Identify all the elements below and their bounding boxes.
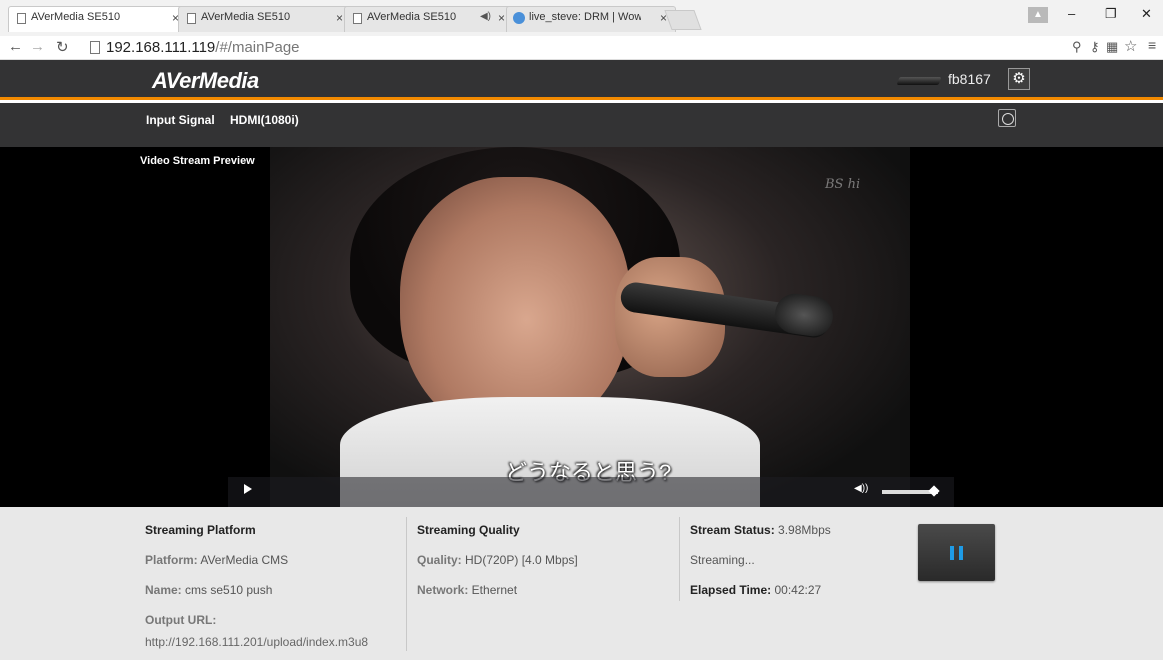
menu-icon[interactable]: ≡ <box>1148 37 1156 53</box>
elapsed-value: 00:42:27 <box>771 583 822 597</box>
tab-close-icon[interactable]: × <box>498 11 505 25</box>
globe-icon <box>513 12 525 24</box>
network-key: Network: <box>417 583 469 597</box>
new-tab-button[interactable] <box>664 10 702 30</box>
section-divider <box>679 517 680 601</box>
video-preview-label: Video Stream Preview <box>140 155 255 167</box>
quality-key: Quality: <box>417 553 462 567</box>
streaming-platform-section: Streaming Platform Platform: AVerMedia C… <box>145 515 405 649</box>
pause-icon <box>950 546 954 560</box>
quality-value: HD(720P) [4.0 Mbps] <box>461 553 578 567</box>
star-icon[interactable]: ☆ <box>1124 37 1137 55</box>
url-path: /#/mainPage <box>215 39 300 56</box>
elapsed-key: Elapsed Time: <box>690 583 772 597</box>
snapshot-icon[interactable] <box>998 109 1016 127</box>
section-divider <box>406 517 407 651</box>
close-icon[interactable]: ✕ <box>1141 6 1152 22</box>
tab-title: AVerMedia SE510 <box>201 11 291 23</box>
platform-key: Platform: <box>145 553 198 567</box>
streaming-quality-section: Streaming Quality Quality: HD(720P) [4.0… <box>417 515 677 597</box>
input-signal-label: Input Signal <box>146 113 215 127</box>
output-url-row: Output URL: <box>145 613 405 627</box>
tab-title: AVerMedia SE510 <box>367 11 457 23</box>
device-icon <box>896 77 942 85</box>
device-name: fb8167 <box>948 71 991 87</box>
profile-icon[interactable]: ▲ <box>1028 7 1048 23</box>
tab-close-icon[interactable]: × <box>336 11 343 25</box>
translate-icon[interactable]: ▦ <box>1106 39 1118 55</box>
name-row: Name: cms se510 push <box>145 583 405 597</box>
video-controls: ◀)) <box>228 477 954 507</box>
page-icon <box>17 13 26 24</box>
output-url-key: Output URL: <box>145 613 217 627</box>
browser-toolbar: ← → ↻ 192.168.111.119/#/mainPage ⚲ ⚷ ▦ ☆… <box>0 36 1163 60</box>
volume-slider-handle[interactable] <box>928 485 940 497</box>
input-signal-value: HDMI(1080i) <box>230 113 299 127</box>
video-preview[interactable]: Video Stream Preview BS hi どうなると思う? ◀)) <box>0 147 1163 507</box>
audio-playing-icon: ◀) <box>479 11 491 22</box>
stream-bitrate: 3.98Mbps <box>774 523 831 537</box>
quality-row: Quality: HD(720P) [4.0 Mbps] <box>417 553 677 567</box>
tab-avermedia-2[interactable]: AVerMedia SE510 × <box>178 6 352 32</box>
play-icon[interactable] <box>244 484 252 494</box>
reload-icon[interactable]: ↻ <box>56 38 69 56</box>
pause-icon <box>959 546 963 560</box>
zoom-icon[interactable]: ⚲ <box>1072 39 1082 55</box>
video-frame: BS hi どうなると思う? <box>270 147 910 507</box>
brand-logo: AVerMedia <box>152 68 259 93</box>
network-value: Ethernet <box>468 583 518 597</box>
platform-row: Platform: AVerMedia CMS <box>145 553 405 567</box>
tab-title: AVerMedia SE510 <box>31 11 121 23</box>
page-icon <box>353 13 362 24</box>
stream-status-heading: Stream Status: 3.98Mbps <box>690 523 890 537</box>
name-value: cms se510 push <box>181 583 273 597</box>
minimize-icon[interactable]: – <box>1068 6 1075 21</box>
broadcast-watermark: BS hi <box>825 177 861 192</box>
tab-wowza[interactable]: live_steve: DRM | Wowza × <box>506 6 676 32</box>
url-host: 192.168.111.119 <box>106 39 216 56</box>
address-bar[interactable]: 192.168.111.119/#/mainPage <box>86 39 1066 57</box>
tab-avermedia-3[interactable]: AVerMedia SE510 ◀) × <box>344 6 514 32</box>
key-icon[interactable]: ⚷ <box>1090 39 1100 55</box>
stream-status-section: Stream Status: 3.98Mbps Streaming... Ela… <box>690 515 890 597</box>
stream-state: Streaming... <box>690 553 755 567</box>
tab-avermedia-1[interactable]: AVerMedia SE510 × <box>8 6 188 32</box>
restore-icon[interactable]: ❐ <box>1105 6 1117 22</box>
forward-arrow-icon[interactable]: → <box>30 38 45 55</box>
platform-value: AVerMedia CMS <box>197 553 289 567</box>
elapsed-row: Elapsed Time: 00:42:27 <box>690 583 890 597</box>
settings-gear-icon[interactable]: ⚙ <box>1008 68 1030 90</box>
streaming-platform-heading: Streaming Platform <box>145 523 256 537</box>
volume-icon[interactable]: ◀)) <box>854 483 868 494</box>
stream-info-panel: Streaming Platform Platform: AVerMedia C… <box>0 507 1163 660</box>
network-row: Network: Ethernet <box>417 583 677 597</box>
pause-stream-button[interactable] <box>918 524 995 581</box>
tab-title: live_steve: DRM | Wowza <box>529 11 641 23</box>
page-icon <box>187 13 196 24</box>
stream-status-key: Stream Status: <box>690 523 775 537</box>
app-header: AVerMedia fb8167 ⚙ <box>0 60 1163 100</box>
name-key: Name: <box>145 583 182 597</box>
input-signal-bar: Input Signal HDMI(1080i) <box>0 103 1163 147</box>
output-url-value: http://192.168.111.201/upload/index.m3u8 <box>145 635 369 649</box>
browser-tab-strip: AVerMedia SE510 × AVerMedia SE510 × AVer… <box>0 0 1163 36</box>
back-arrow-icon[interactable]: ← <box>8 38 23 55</box>
streaming-quality-heading: Streaming Quality <box>417 523 520 537</box>
